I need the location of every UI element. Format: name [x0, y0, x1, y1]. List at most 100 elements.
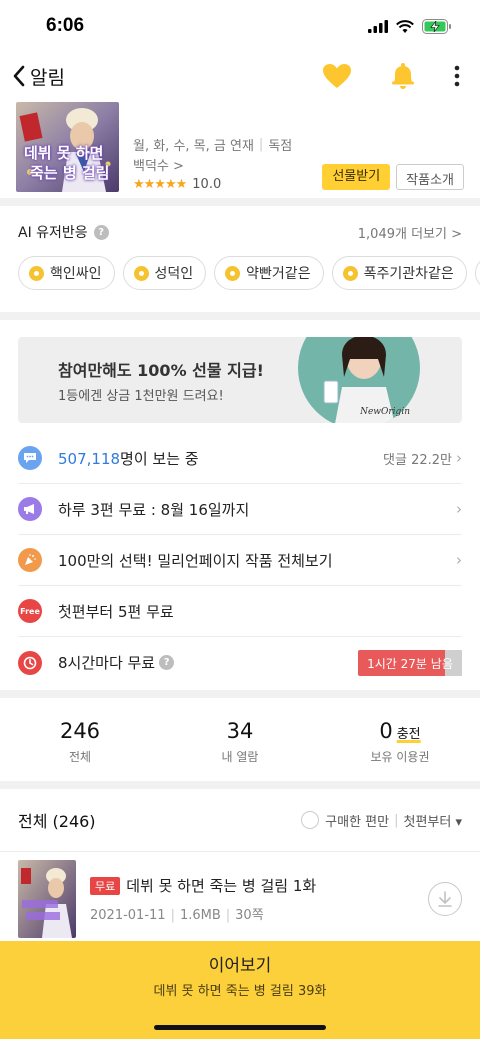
battery-charging-icon	[422, 18, 451, 34]
purchased-only-radio[interactable]	[301, 811, 320, 829]
stat-viewed[interactable]: 34 내 열람	[160, 719, 320, 765]
episode-title: 데뷔 못 하면 죽는 병 걸림 1화	[126, 877, 317, 895]
ai-reactions-title: AI 유저반응	[18, 225, 88, 241]
reaction-tag[interactable]: 핵인싸인	[18, 256, 115, 290]
daily-free-row[interactable]: 하루 3편 무료 : 8월 16일까지 ›	[18, 484, 462, 535]
section-divider	[0, 198, 480, 206]
comments-count[interactable]: 댓글 22.2만	[383, 449, 452, 468]
million-pick-row[interactable]: 100만의 선택! 밀리언페이지 작품 전체보기 ›	[18, 535, 462, 586]
wait-free-text: 8시간마다 무료	[58, 654, 156, 672]
stat-owned-num: 0	[379, 719, 393, 743]
free-from-first-text: 첫편부터 5편 무료	[58, 602, 174, 621]
episode-thumbnail	[18, 860, 76, 938]
banner-subtitle: 1등에겐 상금 1천만원 드려요!	[58, 389, 224, 404]
download-icon	[438, 891, 452, 907]
divider: |	[258, 136, 264, 152]
chat-icon	[18, 446, 42, 470]
download-button[interactable]	[428, 882, 462, 916]
coin-icon	[225, 265, 241, 281]
episode-size: 1.6MB	[179, 908, 221, 923]
section-divider	[0, 690, 480, 698]
free-badge: 무료	[90, 876, 121, 895]
party-popper-icon	[18, 548, 42, 572]
daily-free-text: 하루 3편 무료 : 8월 16일까지	[58, 500, 250, 519]
top-nav: 알림	[0, 52, 480, 100]
signal-icon	[368, 19, 388, 33]
viewers-suffix: 명이 보는 중	[120, 449, 199, 468]
info-list: 507,118명이 보는 중 댓글 22.2만 › 하루 3편 무료 : 8월 1…	[0, 433, 480, 688]
nav-actions	[322, 62, 464, 90]
ai-reactions-section: AI 유저반응 ? 1,049개 더보기 > 핵인싸인 성덕인 약빤거같은 폭주…	[0, 206, 480, 312]
coin-icon	[342, 265, 358, 281]
wait-free-timer: 1시간 27분 남음	[358, 649, 462, 676]
episode-list-title: 전체 (246)	[18, 812, 96, 831]
chevron-right-icon: ›	[456, 449, 462, 467]
chevron-right-icon: ›	[456, 500, 462, 518]
stat-total[interactable]: 246 전체	[0, 719, 160, 765]
episode-meta: 2021-01-11 | 1.6MB | 30쪽	[90, 908, 264, 923]
author-link[interactable]: 백덕수 >	[133, 155, 184, 174]
continue-title: 이어보기	[208, 956, 272, 976]
work-header: 데뷔 못 하면 죽는 병 걸림 월, 화, 수, 목, 금 연재 | 독점 백덕…	[0, 100, 480, 198]
home-indicator[interactable]	[154, 1025, 326, 1030]
rating-value: 10.0	[192, 176, 222, 192]
reaction-tags: 핵인싸인 성덕인 약빤거같은 폭주기관차같은	[18, 256, 480, 290]
clock-icon	[18, 650, 42, 675]
banner-brand: NewOrigin	[360, 407, 410, 417]
status-time: 6:06	[46, 15, 85, 36]
stat-total-label: 전체	[68, 750, 92, 764]
episode-row[interactable]: 무료 데뷔 못 하면 죽는 병 걸림 1화 2021-01-11 | 1.6MB | 3…	[0, 851, 480, 947]
reaction-tag[interactable]: 약빤거같은	[214, 256, 324, 290]
sort-dropdown[interactable]: 첫편부터 ▾	[404, 811, 463, 830]
help-icon[interactable]: ?	[159, 655, 175, 670]
episode-pages: 30쪽	[235, 908, 264, 923]
section-divider	[0, 312, 480, 320]
purchased-only-label[interactable]: 구매한 편만	[325, 811, 389, 830]
chevron-left-icon	[13, 65, 25, 87]
episode-date: 2021-01-11	[90, 908, 166, 923]
help-icon[interactable]: ?	[93, 224, 109, 240]
heart-icon[interactable]	[322, 63, 352, 89]
more-vertical-icon[interactable]	[454, 65, 460, 87]
schedule-text: 월, 화, 수, 목, 금 연재	[133, 138, 254, 154]
cover-title-line2: 죽는 병 걸림	[30, 164, 110, 182]
stat-total-num: 246	[59, 719, 101, 743]
continue-subtitle: 데뷔 못 하면 죽는 병 걸림 39화	[153, 984, 327, 999]
viewers-count: 507,118	[58, 449, 121, 468]
exclusive-label: 독점	[268, 138, 293, 154]
stat-viewed-num: 34	[226, 719, 254, 743]
divider: |	[394, 812, 399, 828]
work-info: 월, 화, 수, 목, 금 연재 | 독점 백덕수 > ★★★★★ 10.0	[133, 102, 292, 198]
promo-banner[interactable]: 참여만해도 100% 선물 지급! 1등에겐 상금 1천만원 드려요! NewO…	[18, 337, 462, 423]
header-buttons: 선물받기 작품소개	[322, 164, 464, 190]
reaction-tag[interactable]: 폭주기관차같은	[331, 256, 467, 290]
free-from-first-row: Free 첫편부터 5편 무료	[18, 586, 462, 637]
back-button[interactable]: 알림	[12, 63, 65, 90]
megaphone-icon	[18, 497, 42, 521]
episode-info: 무료 데뷔 못 하면 죽는 병 걸림 1화 2021-01-11 | 1.6MB | 3…	[90, 875, 428, 923]
cover-image[interactable]: 데뷔 못 하면 죽는 병 걸림	[16, 102, 119, 192]
charge-link[interactable]: 충전	[397, 727, 421, 742]
reaction-tag[interactable]: 성덕인	[122, 256, 207, 290]
bell-icon[interactable]	[390, 62, 416, 90]
million-pick-text: 100만의 선택! 밀리언페이지 작품 전체보기	[58, 551, 333, 570]
coin-icon	[133, 265, 149, 281]
status-icons	[368, 18, 452, 34]
banner-title: 참여만해도 100% 선물 지급!	[58, 361, 264, 380]
timer-text: 1시간 27분 남음	[367, 656, 453, 671]
wait-free-row[interactable]: 8시간마다 무료? 1시간 27분 남음	[18, 637, 462, 688]
chevron-right-icon: ›	[456, 551, 462, 569]
viewers-row[interactable]: 507,118명이 보는 중 댓글 22.2만 ›	[18, 433, 462, 484]
continue-reading-button[interactable]: 이어보기 데뷔 못 하면 죽는 병 걸림 39화	[0, 941, 480, 1039]
stat-owned: 0 충전 보유 이용권	[320, 719, 480, 765]
gift-button[interactable]: 선물받기	[322, 164, 391, 190]
stat-viewed-label: 내 열람	[221, 750, 259, 764]
intro-button[interactable]: 작품소개	[396, 164, 464, 190]
cover-title-line1: 데뷔 못 하면	[24, 144, 104, 162]
rating-stars: ★★★★★	[133, 176, 187, 192]
stat-owned-label: 보유 이용권	[370, 750, 430, 764]
episode-list-header: 전체 (246) 구매한 편만 | 첫편부터 ▾	[0, 789, 480, 851]
free-icon: Free	[18, 599, 42, 623]
reaction-tag-partial[interactable]	[474, 256, 480, 290]
ai-more-link[interactable]: 1,049개 더보기 >	[358, 223, 462, 242]
